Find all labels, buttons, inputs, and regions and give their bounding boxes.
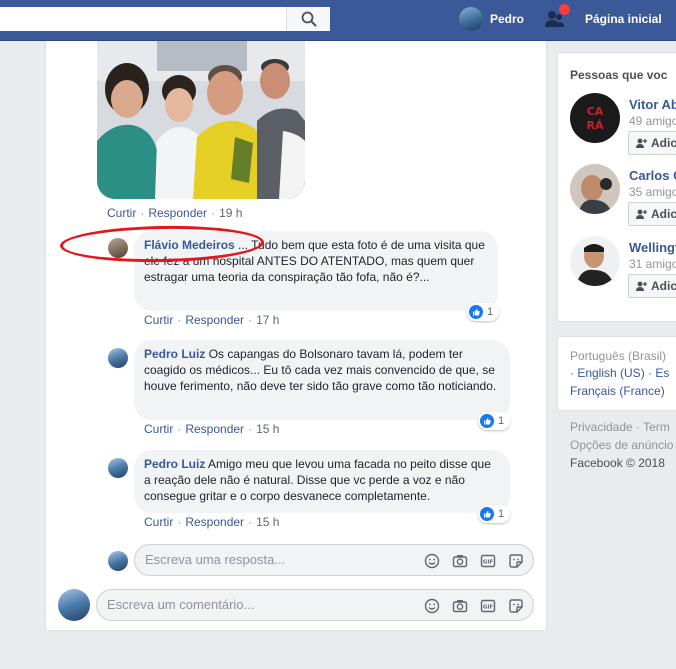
current-language: Português (Brasil) xyxy=(570,349,667,363)
comment-author[interactable]: Flávio Medeiros xyxy=(144,238,235,252)
reaction-count[interactable]: 1 xyxy=(467,303,500,321)
input-tools: GIF xyxy=(423,552,525,570)
avatar xyxy=(108,551,128,571)
language-link-espanol[interactable]: · Es xyxy=(648,366,669,380)
like-icon xyxy=(480,507,494,521)
reply-link[interactable]: Responder xyxy=(148,206,207,220)
avatar[interactable] xyxy=(570,164,620,214)
notification-badge xyxy=(559,4,570,15)
profile-name: Pedro xyxy=(490,12,525,26)
reply-link[interactable]: Responder xyxy=(185,515,244,529)
mutual-friends: 35 amigo xyxy=(629,185,676,199)
like-link[interactable]: Curtir xyxy=(144,313,173,327)
comment-input-box[interactable]: GIF xyxy=(96,589,534,621)
like-icon xyxy=(480,414,494,428)
sticker-icon[interactable] xyxy=(507,597,525,615)
svg-text:GIF: GIF xyxy=(483,605,494,611)
search-icon xyxy=(301,11,316,27)
search-input[interactable] xyxy=(0,7,287,31)
reply-link[interactable]: Responder xyxy=(185,313,244,327)
suggested-person: Wellingt 31 amigo Adic xyxy=(570,236,676,298)
like-link[interactable]: Curtir xyxy=(144,515,173,529)
people-photo-image xyxy=(97,41,305,199)
comment-actions: Curtir · Responder · 15 h xyxy=(144,422,280,436)
footer-privacy-terms[interactable]: Privacidade · Term xyxy=(570,420,670,434)
svg-text:RÁ: RÁ xyxy=(587,119,604,132)
timestamp: 19 h xyxy=(219,206,243,220)
add-friend-button[interactable]: Adic xyxy=(628,131,676,155)
add-friend-icon xyxy=(636,209,647,219)
emoji-icon[interactable] xyxy=(423,597,441,615)
reaction-count[interactable]: 1 xyxy=(478,505,511,523)
photo-actions: Curtir · Responder · 19 h xyxy=(107,206,243,220)
add-friend-button[interactable]: Adic xyxy=(628,274,676,298)
gif-icon[interactable]: GIF xyxy=(479,552,497,570)
input-tools: GIF xyxy=(423,597,525,615)
like-link[interactable]: Curtir xyxy=(144,422,173,436)
avatar[interactable]: CA RÁ xyxy=(570,93,620,143)
person-name[interactable]: Vitor Ab xyxy=(629,97,676,112)
avatar[interactable] xyxy=(108,458,128,478)
add-friend-icon xyxy=(636,138,647,148)
reply-input[interactable] xyxy=(145,552,405,567)
emoji-icon[interactable] xyxy=(423,552,441,570)
avatar xyxy=(58,589,90,621)
comment-photo[interactable] xyxy=(97,41,305,199)
avatar[interactable] xyxy=(108,238,128,258)
camera-icon[interactable] xyxy=(451,597,469,615)
sticker-icon[interactable] xyxy=(507,552,525,570)
person-name[interactable]: Carlos C xyxy=(629,168,676,183)
timestamp: 17 h xyxy=(256,313,280,327)
reply-input-box[interactable]: GIF xyxy=(134,544,534,576)
footer-copyright: Facebook © 2018 xyxy=(570,456,665,470)
person-name[interactable]: Wellingt xyxy=(629,240,676,255)
mutual-friends: 31 amigo xyxy=(629,257,676,271)
language-link-english[interactable]: · English (US) xyxy=(570,366,645,380)
suggested-person: Carlos C 35 amigo Adic xyxy=(570,164,676,226)
add-friend-icon xyxy=(636,281,647,291)
language-options: · English (US) · Es xyxy=(570,366,669,380)
reply-link[interactable]: Responder xyxy=(185,422,244,436)
svg-text:GIF: GIF xyxy=(483,560,494,566)
avatar[interactable] xyxy=(570,236,620,286)
comment-actions: Curtir · Responder · 17 h xyxy=(144,313,280,327)
camera-icon[interactable] xyxy=(451,552,469,570)
footer-ad-choices[interactable]: Opções de anúncio xyxy=(570,438,673,452)
search-button[interactable] xyxy=(286,7,330,31)
language-link-francais[interactable]: Français (France) xyxy=(570,384,665,398)
comment-author[interactable]: Pedro Luiz xyxy=(144,347,205,361)
comment-bubble: Pedro Luiz Amigo meu que levou uma facad… xyxy=(134,450,510,513)
reaction-count[interactable]: 1 xyxy=(478,412,511,430)
gif-icon[interactable]: GIF xyxy=(479,597,497,615)
add-friend-button[interactable]: Adic xyxy=(628,202,676,226)
like-link[interactable]: Curtir xyxy=(107,206,136,220)
comment-author[interactable]: Pedro Luiz xyxy=(144,457,205,471)
timestamp: 15 h xyxy=(256,515,280,529)
avatar xyxy=(459,7,483,31)
people-card-title: Pessoas que voc xyxy=(570,68,668,82)
comment-bubble: Flávio Medeiros ... Tudo bem que esta fo… xyxy=(134,231,498,311)
avatar[interactable] xyxy=(108,348,128,368)
timestamp: 15 h xyxy=(256,422,280,436)
mutual-friends: 49 amigo xyxy=(629,114,676,128)
people-you-may-know-card: Pessoas que voc CA RÁ Vitor Ab 49 amigo A… xyxy=(557,52,676,322)
comment-input[interactable] xyxy=(107,597,367,612)
comment-bubble: Pedro Luiz Os capangas do Bolsonaro tava… xyxy=(134,340,510,420)
home-link[interactable]: Página inicial xyxy=(585,12,662,26)
languages-card: Português (Brasil) · English (US) · Es F… xyxy=(557,336,676,411)
svg-text:CA: CA xyxy=(587,105,604,118)
like-icon xyxy=(469,305,483,319)
top-navigation-bar: Pedro Página inicial xyxy=(0,0,676,41)
suggested-person: CA RÁ Vitor Ab 49 amigo Adic xyxy=(570,93,676,155)
profile-link[interactable]: Pedro xyxy=(459,7,524,31)
comment-actions: Curtir · Responder · 15 h xyxy=(144,515,280,529)
